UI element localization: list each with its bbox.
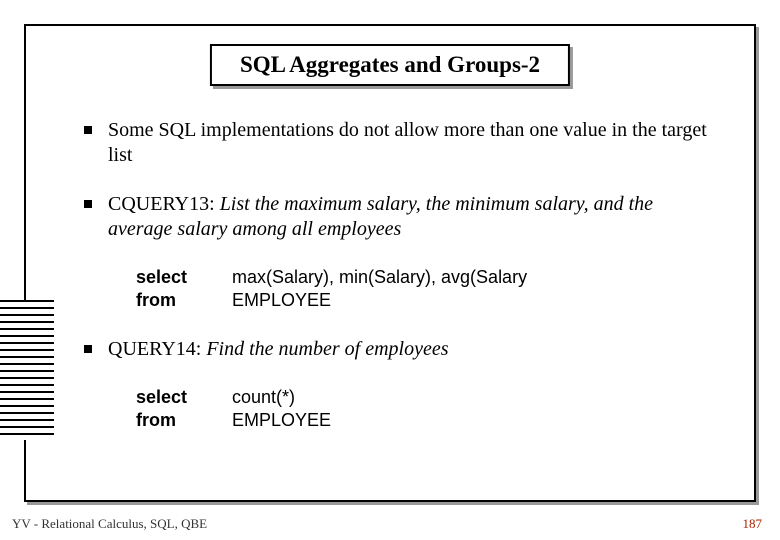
square-bullet-icon	[84, 200, 92, 208]
slide-frame: SQL Aggregates and Groups-2 Some SQL imp…	[24, 24, 756, 502]
code1-select-kw: select	[136, 266, 232, 289]
square-bullet-icon	[84, 345, 92, 353]
code1-from-val: EMPLOYEE	[232, 289, 331, 312]
square-bullet-icon	[84, 126, 92, 134]
bullet-3-prefix: QUERY14:	[108, 338, 206, 360]
bullet-1-text: Some SQL implementations do not allow mo…	[108, 118, 710, 168]
code2-select-kw: select	[136, 386, 232, 409]
bullet-3-italic: Find the number of employees	[206, 338, 448, 360]
code-block-1: select max(Salary), min(Salary), avg(Sal…	[136, 266, 710, 313]
footer-left: YV - Relational Calculus, SQL, QBE	[12, 516, 207, 532]
code1-from-kw: from	[136, 289, 232, 312]
code2-from-kw: from	[136, 409, 232, 432]
code-block-2: select count(*) from EMPLOYEE	[136, 386, 710, 433]
code2-select-val: count(*)	[232, 386, 295, 409]
bullet-2: CQUERY13: List the maximum salary, the m…	[84, 192, 710, 242]
bullet-3-text: QUERY14: Find the number of employees	[108, 337, 710, 362]
decorative-stripes	[0, 300, 54, 440]
bullet-2-text: CQUERY13: List the maximum salary, the m…	[108, 192, 710, 242]
footer-page-number: 187	[743, 516, 763, 532]
bullet-1: Some SQL implementations do not allow mo…	[84, 118, 710, 168]
code2-from-val: EMPLOYEE	[232, 409, 331, 432]
code1-select-val: max(Salary), min(Salary), avg(Salary	[232, 266, 527, 289]
slide-title: SQL Aggregates and Groups-2	[210, 44, 570, 86]
slide-content: Some SQL implementations do not allow mo…	[84, 118, 710, 457]
bullet-3: QUERY14: Find the number of employees	[84, 337, 710, 362]
bullet-2-prefix: CQUERY13:	[108, 193, 220, 215]
